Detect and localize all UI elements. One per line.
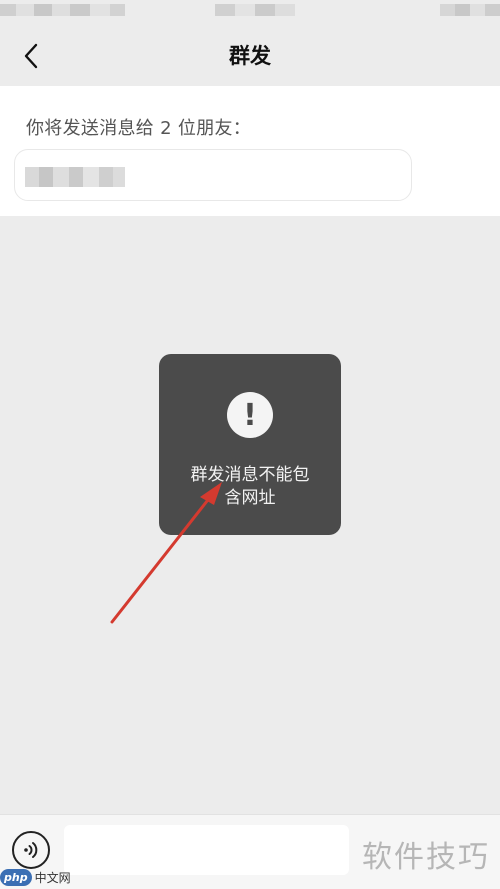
status-blur-right [440,4,500,16]
recipient-names-blurred [25,167,125,187]
voice-icon [24,842,38,858]
status-bar [0,0,500,26]
message-input[interactable] [64,825,349,875]
status-blur-center [215,4,295,16]
toast-message: 群发消息不能包 含网址 [177,464,323,510]
php-watermark: php 中文网 [0,866,71,888]
exclamation-icon: ! [227,392,273,438]
voice-button[interactable] [12,831,50,869]
recipient-panel: 你将发送消息给 2 位朋友： [0,86,500,216]
php-badge: php [0,868,32,886]
recipient-hint: 你将发送消息给 2 位朋友： [26,118,252,139]
navigation-bar: 群发 [0,26,500,86]
group-send-screen: 群发 你将发送消息给 2 位朋友： ! 群发消息不能包 含网址 软件技巧 php… [0,0,500,889]
php-site-name: 中文网 [34,870,71,885]
recipient-list-box[interactable] [14,149,412,201]
status-blur-left [0,4,125,16]
toast-message-line-2: 含网址 [224,488,276,508]
page-title: 群发 [229,44,271,68]
error-toast: ! 群发消息不能包 含网址 [159,354,341,535]
watermark-text: 软件技巧 [362,840,490,875]
toast-message-line-1: 群发消息不能包 [190,465,310,485]
